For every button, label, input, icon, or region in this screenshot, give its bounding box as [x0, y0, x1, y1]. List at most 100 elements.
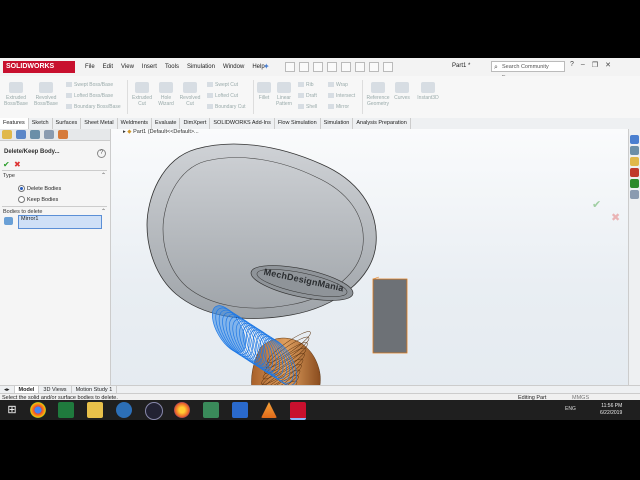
menu-tools[interactable]: Tools [165, 64, 179, 70]
window-controls: ? – ❐ ✕ [570, 61, 618, 69]
ok-check-icon[interactable]: ✔ [3, 160, 10, 169]
snipping-tool-icon[interactable] [203, 402, 219, 418]
menu-edit[interactable]: Edit [103, 64, 113, 70]
confirm-check-icon[interactable]: ✔ [592, 198, 601, 211]
selected-body-item[interactable]: Mirror1 [21, 216, 38, 222]
excel-icon[interactable] [58, 402, 74, 418]
media-app-icon[interactable] [145, 402, 163, 420]
boundary-cut-button[interactable]: Boundary Cut [207, 104, 246, 110]
pin-icon[interactable]: ✦ [263, 62, 270, 71]
help-icon[interactable]: ? [570, 61, 574, 69]
mirror-button[interactable]: Mirror [328, 104, 349, 110]
lofted-boss-button[interactable]: Lofted Boss/Base [66, 93, 113, 99]
cancel-x-icon[interactable]: ✖ [14, 160, 21, 169]
wrap-button[interactable]: Wrap [328, 82, 348, 88]
tab-weldments[interactable]: Weldments [118, 118, 153, 129]
menu-insert[interactable]: Insert [142, 64, 157, 70]
collapse-icon[interactable]: ⌃ [101, 208, 106, 215]
minimize-icon[interactable]: – [581, 61, 585, 69]
lofted-cut-button[interactable]: Lofted Cut [207, 93, 238, 99]
curves-button[interactable]: Curves [393, 82, 411, 101]
file-explorer-icon[interactable] [630, 157, 639, 166]
boundary-boss-button[interactable]: Boundary Boss/Base [66, 104, 121, 110]
menu-file[interactable]: File [85, 64, 95, 70]
tab-sketch[interactable]: Sketch [29, 118, 53, 129]
menu-simulation[interactable]: Simulation [187, 64, 215, 70]
open-icon[interactable] [299, 62, 309, 72]
graphics-area[interactable]: ▸ ◆ Part1 (Default<<Default>... MechDesi… [111, 129, 628, 414]
vlc-icon[interactable] [261, 402, 277, 418]
swept-boss-button[interactable]: Swept Boss/Base [66, 82, 113, 88]
windows-start-icon[interactable]: ⊞ [4, 402, 20, 418]
instant3d-button[interactable]: Instant3D [415, 82, 441, 101]
clock-time: 11:56 PM [601, 403, 623, 409]
system-tray[interactable]: ENG [565, 406, 576, 412]
clock[interactable]: 11:56 PM 6/22/2019 [600, 403, 622, 417]
tab-sheet-metal[interactable]: Sheet Metal [81, 118, 118, 129]
draft-button[interactable]: Draft [298, 93, 317, 99]
extruded-cut-button[interactable]: Extruded Cut [129, 82, 155, 107]
display-manager-icon[interactable] [58, 130, 68, 139]
tab-features[interactable]: Features [0, 118, 29, 129]
tray-language[interactable]: ENG [565, 406, 576, 412]
firefox-icon[interactable] [174, 402, 190, 418]
plate-body[interactable] [372, 276, 408, 354]
reference-geometry-button[interactable]: Reference Geometry [364, 82, 392, 107]
restore-icon[interactable]: ❐ [592, 61, 598, 69]
extruded-boss-button[interactable]: Extruded Boss/Base [2, 82, 30, 107]
revolved-cut-button[interactable]: Revolved Cut [177, 82, 203, 107]
menu-window[interactable]: Window [223, 64, 244, 70]
delete-bodies-radio[interactable]: Delete Bodies [18, 185, 61, 192]
select-icon[interactable] [355, 62, 365, 72]
solidworks-resources-icon[interactable] [630, 135, 639, 144]
options-icon[interactable] [383, 62, 393, 72]
rebuild-icon[interactable] [369, 62, 379, 72]
revolved-boss-button[interactable]: Revolved Boss/Base [31, 82, 61, 107]
close-icon[interactable]: ✕ [605, 61, 611, 69]
property-manager-icon[interactable] [16, 130, 26, 139]
fillet-button[interactable]: Fillet [255, 82, 273, 101]
undo-icon[interactable] [341, 62, 351, 72]
chrome-icon[interactable] [30, 402, 46, 418]
appearances-icon[interactable] [630, 179, 639, 188]
rib-button[interactable]: Rib [298, 82, 314, 88]
print-icon[interactable] [327, 62, 337, 72]
tab-flow-simulation[interactable]: Flow Simulation [275, 118, 321, 129]
dimxpert-icon[interactable] [44, 130, 54, 139]
solidworks-window: SOLIDWORKS File Edit View Insert Tools S… [0, 58, 640, 420]
save-icon[interactable] [313, 62, 323, 72]
shell-button[interactable]: Shell [298, 104, 317, 110]
file-explorer-icon[interactable] [87, 402, 103, 418]
instant3d-label: Instant3D [417, 95, 439, 101]
model-canvas[interactable] [111, 129, 628, 414]
app-icon[interactable] [232, 402, 248, 418]
view-palette-icon[interactable] [630, 168, 639, 177]
help-icon[interactable]: ? [97, 149, 106, 158]
keep-bodies-radio[interactable]: Keep Bodies [18, 196, 58, 203]
bodies-selection-list[interactable]: Mirror1 [18, 215, 102, 229]
section-divider [2, 170, 107, 171]
swept-cut-button[interactable]: Swept Cut [207, 82, 238, 88]
menu-view[interactable]: View [121, 64, 134, 70]
internet-explorer-icon[interactable] [116, 402, 132, 418]
tab-dimxpert[interactable]: DimXpert [180, 118, 211, 129]
linear-pattern-button[interactable]: Linear Pattern [273, 82, 295, 107]
tab-simulation[interactable]: Simulation [321, 118, 354, 129]
tab-surfaces[interactable]: Surfaces [53, 118, 82, 129]
instant3d-icon [421, 82, 435, 93]
feature-tree-icon[interactable] [2, 130, 12, 139]
hole-wizard-button[interactable]: Hole Wizard [155, 82, 177, 107]
confirm-cancel-icon[interactable]: ✖ [611, 211, 620, 224]
new-icon[interactable] [285, 62, 295, 72]
collapse-icon[interactable]: ⌃ [101, 172, 106, 179]
tab-analysis-preparation[interactable]: Analysis Preparation [353, 118, 411, 129]
search-input[interactable]: ⌕ Search Community Forum [491, 61, 565, 81]
intersect-button[interactable]: Intersect [328, 93, 355, 99]
cut-extrude-icon [135, 82, 149, 93]
solidworks-taskbar-icon[interactable] [290, 402, 306, 420]
configuration-manager-icon[interactable] [30, 130, 40, 139]
tab-addins[interactable]: SOLIDWORKS Add-Ins [210, 118, 275, 129]
tab-evaluate[interactable]: Evaluate [152, 118, 181, 129]
design-library-icon[interactable] [630, 146, 639, 155]
custom-properties-icon[interactable] [630, 190, 639, 199]
